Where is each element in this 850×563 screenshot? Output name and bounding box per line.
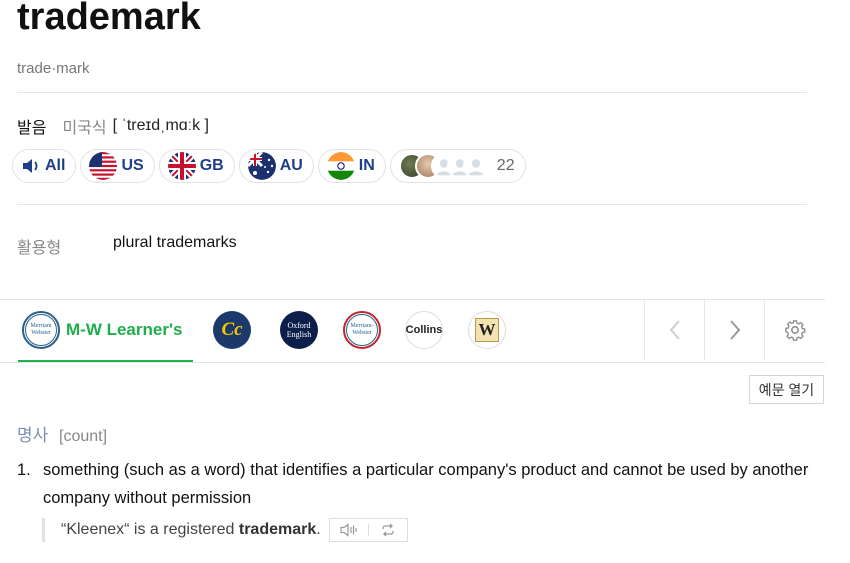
play-au-button[interactable]: AU bbox=[238, 149, 314, 183]
play-us-button[interactable]: US bbox=[80, 149, 155, 183]
prev-dictionary-button[interactable] bbox=[644, 300, 705, 360]
contributors-button[interactable]: 22 bbox=[389, 149, 526, 183]
play-gb-label: GB bbox=[199, 157, 224, 174]
wordnet-logo-icon: W bbox=[468, 311, 506, 349]
part-of-speech: 명사 [count] bbox=[17, 421, 107, 446]
grammar-note: [count] bbox=[59, 428, 108, 445]
syllable-division: trade·mark bbox=[17, 60, 90, 77]
play-gb-button[interactable]: GB bbox=[158, 149, 235, 183]
definition-item: 1. something (such as a word) that ident… bbox=[17, 456, 817, 512]
conjugation-value: plural trademarks bbox=[113, 234, 237, 251]
tab-mw-learners[interactable]: Merriam Webster M-W Learner's bbox=[18, 300, 193, 362]
example-highlight: trademark bbox=[238, 521, 317, 538]
oxford-logo-icon: Oxford English bbox=[280, 311, 318, 349]
pronunciation-buttons: All US GB AU IN 22 bbox=[12, 149, 526, 183]
tab-oxford[interactable]: Oxford English bbox=[280, 300, 318, 360]
cambridge-logo-icon: Cc bbox=[213, 311, 251, 349]
play-au-label: AU bbox=[279, 157, 303, 174]
gb-flag-icon bbox=[167, 152, 196, 180]
contributors-count: 22 bbox=[496, 157, 515, 174]
tab-cambridge[interactable]: Cc bbox=[213, 300, 251, 360]
play-all-label: All bbox=[45, 157, 66, 174]
entry-word: trademark bbox=[17, 0, 201, 38]
tab-collins[interactable]: Collins bbox=[405, 300, 443, 360]
play-in-button[interactable]: IN bbox=[317, 149, 386, 183]
merriam-webster-logo-icon: Merriam- Webster bbox=[343, 311, 381, 349]
au-flag-icon bbox=[247, 152, 276, 180]
chevron-left-icon bbox=[669, 320, 680, 340]
divider bbox=[17, 92, 807, 93]
avatar-placeholder-icon bbox=[462, 153, 489, 179]
in-flag-icon bbox=[326, 152, 355, 180]
pronunciation-region: 미국식 bbox=[62, 120, 107, 137]
next-dictionary-button[interactable] bbox=[704, 300, 765, 360]
play-us-label: US bbox=[121, 157, 144, 174]
play-all-button[interactable]: All bbox=[12, 149, 77, 183]
example-tools bbox=[328, 518, 408, 542]
definition-text: something (such as a word) that identifi… bbox=[43, 461, 809, 507]
play-in-label: IN bbox=[358, 157, 375, 174]
example-text: “Kleenex“ is a registered trademark. bbox=[61, 521, 321, 539]
play-example-button[interactable] bbox=[330, 519, 368, 541]
conjugation-row: 활용형 plural trademarks bbox=[17, 234, 237, 258]
pos-label: 명사 bbox=[17, 426, 49, 445]
example-sentence: “Kleenex“ is a registered trademark. bbox=[42, 518, 408, 542]
active-dictionary-label: M-W Learner's bbox=[66, 320, 183, 339]
chevron-right-icon bbox=[730, 320, 741, 340]
tab-merriam-webster[interactable]: Merriam- Webster bbox=[343, 300, 381, 360]
repeat-example-button[interactable] bbox=[369, 519, 407, 541]
pronunciation-label: 발음 bbox=[17, 120, 47, 137]
dictionary-tab-bar: Merriam Webster M-W Learner's Cc Oxford En… bbox=[0, 299, 825, 363]
repeat-icon bbox=[382, 523, 394, 537]
divider bbox=[17, 204, 807, 205]
tab-wordnet[interactable]: W bbox=[468, 300, 506, 360]
us-flag-icon bbox=[89, 152, 118, 180]
pronunciation-ipa: [ ˈtreɪdˌmɑːk ] bbox=[112, 117, 209, 134]
speaker-icon bbox=[23, 159, 38, 173]
conjugation-label: 활용형 bbox=[17, 240, 62, 257]
collins-logo-icon: Collins bbox=[405, 311, 443, 349]
contributor-avatars bbox=[398, 153, 489, 179]
speaker-wave-icon bbox=[340, 523, 357, 537]
example-text-before: “Kleenex“ is a registered bbox=[61, 521, 239, 538]
pronunciation-row: 발음 미국식 [ ˈtreɪdˌmɑːk ] bbox=[17, 114, 209, 138]
open-examples-button[interactable]: 예문 열기 bbox=[749, 375, 824, 404]
gear-icon bbox=[785, 320, 806, 341]
example-text-after: . bbox=[316, 521, 321, 538]
definition-number: 1. bbox=[17, 461, 31, 479]
dictionary-settings-button[interactable] bbox=[764, 300, 825, 360]
mw-learners-logo-icon: Merriam Webster bbox=[22, 311, 60, 349]
